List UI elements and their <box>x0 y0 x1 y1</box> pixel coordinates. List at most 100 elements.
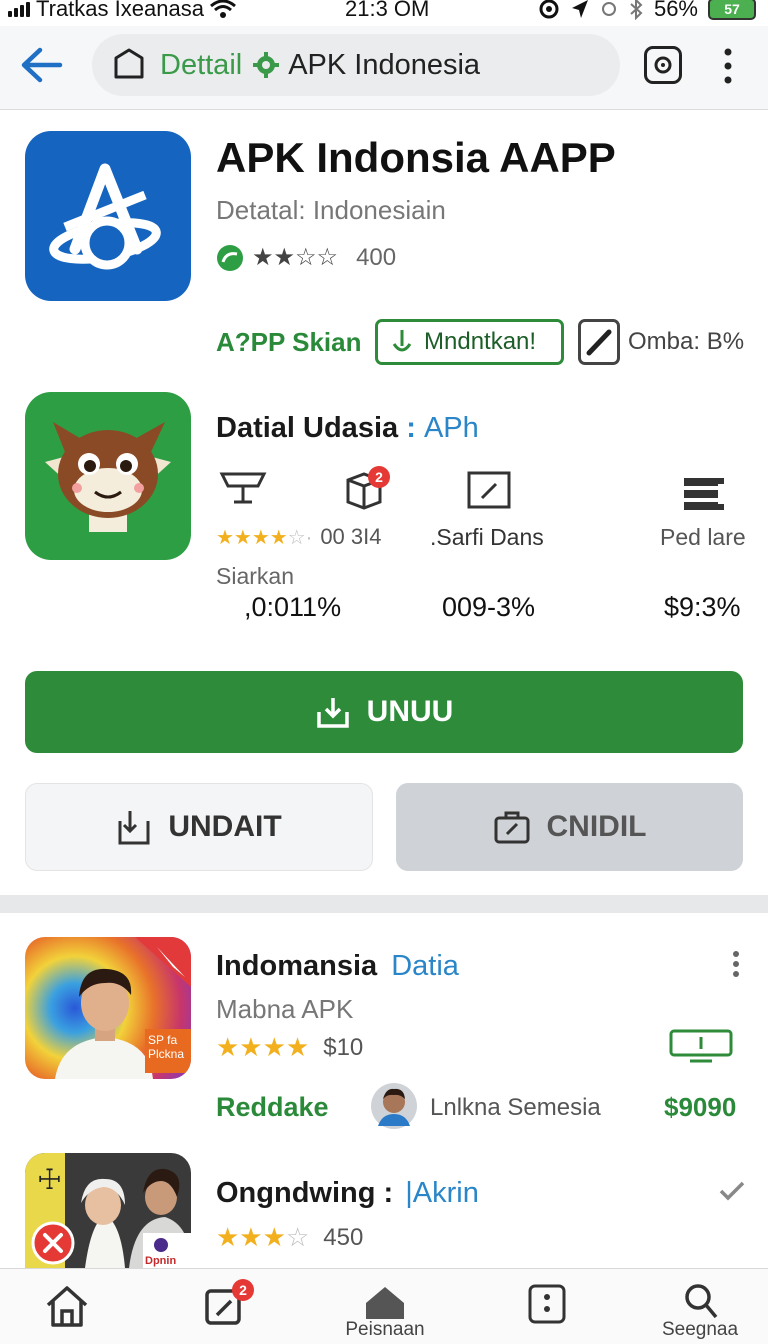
detail-title-main: Datial Udasia <box>216 412 399 444</box>
edit-square-icon[interactable] <box>466 470 512 510</box>
detail-title-accent: APh <box>423 412 479 444</box>
shield-icon <box>114 48 144 79</box>
sync-icon <box>601 2 616 16</box>
list-item-1-title-accent: Datia <box>391 950 459 982</box>
status-bar: Tratkas Ixeanasa 21:3 OM 56% 57 <box>0 0 768 26</box>
signal-icon <box>8 1 30 17</box>
page-title: APK Indonesia <box>288 48 481 81</box>
list-item-1-title-main: Indomansia <box>216 950 378 982</box>
list-item-1-stars: ★★★★ <box>216 1032 310 1062</box>
stat3-label: Ped lare <box>660 524 746 550</box>
list-item-1-rating: ★★★★ $10 <box>216 1032 363 1063</box>
list-item-2-count: 450 <box>323 1223 364 1251</box>
browser-toolbar: Dettail APK Indonesia <box>0 26 768 110</box>
detail-reviews: 00 3I4 <box>320 524 382 549</box>
list-icon[interactable] <box>682 474 728 514</box>
back-arrow-icon[interactable] <box>18 44 66 86</box>
stat2-value: 009-3% <box>442 592 536 622</box>
omba-label: Omba: B% <box>628 328 745 355</box>
mndntkan-button[interactable]: Mndntkan! <box>375 319 564 365</box>
mndntkan-label: Mndntkan! <box>424 328 537 355</box>
box-badge: 2 <box>368 466 390 488</box>
nav-edit[interactable] <box>168 1269 278 1344</box>
rating-stars: ★★☆☆ <box>252 244 339 271</box>
address-bar[interactable]: Dettail APK Indonesia <box>92 34 620 96</box>
nav-badge: 2 <box>232 1279 254 1301</box>
monitor-stand-icon[interactable] <box>218 468 268 508</box>
gear-icon <box>253 52 280 78</box>
mascot-app-icon[interactable] <box>25 392 191 560</box>
thumb2-label: Dpnin <box>145 1255 177 1267</box>
app-tag: A?PP Skian <box>216 327 362 357</box>
nav-menu[interactable] <box>492 1269 602 1344</box>
nav-peisnaan[interactable]: Peisnaan <box>330 1269 440 1344</box>
detail-stars: ★★★★☆· <box>216 526 313 549</box>
section-divider <box>0 895 768 913</box>
secondary-button-label: UNDAIT <box>168 810 282 843</box>
siarkan-label: Siarkan <box>216 563 294 589</box>
screen: Tratkas Ixeanasa 21:3 OM 56% 57 Dettail … <box>0 0 768 1344</box>
nav-home[interactable] <box>12 1269 122 1344</box>
monitor-icon[interactable] <box>668 1028 734 1064</box>
thumb-badge: SP fa Plckna <box>145 1029 191 1073</box>
list-item-2-title-main: Ongndwing <box>216 1177 376 1209</box>
stat3-value: $9:3% <box>664 592 741 622</box>
download-icon <box>392 330 412 352</box>
pencil-icon <box>586 329 612 356</box>
detail-title: Datial Udasia : APh <box>216 412 479 445</box>
list-item-1-title[interactable]: Indomansia Datia <box>216 950 459 983</box>
user-avatar[interactable] <box>370 1082 418 1130</box>
list-item-2-thumbnail[interactable]: ☩ Dpnin <box>25 1153 191 1268</box>
location-icon <box>571 0 588 18</box>
secondary-button[interactable]: UNDAIT <box>25 783 373 871</box>
close-icon[interactable] <box>31 1221 75 1265</box>
list-item-2-title-accent: |Akrin <box>405 1177 479 1209</box>
battery-percent: 56% <box>653 0 698 21</box>
list-item-2-stars: ★★★☆ <box>216 1222 310 1252</box>
more-vert-icon[interactable] <box>718 44 738 88</box>
compass-logo-icon <box>49 163 161 270</box>
mascot-icon <box>45 422 171 532</box>
list-item-1-price: $10 <box>323 1033 364 1061</box>
clock: 21:3 OM <box>345 0 430 21</box>
list-item-1-subtitle: Mabna APK <box>216 994 354 1024</box>
tertiary-button[interactable]: CNIDIL <box>396 783 743 871</box>
list-item-1-user: Lnlkna Semesia <box>430 1094 601 1121</box>
detail-title-sep: : <box>406 412 416 444</box>
svg-text:☩: ☩ <box>37 1163 62 1196</box>
stat2-label: .Sarfi Dans <box>430 524 544 550</box>
app-subtitle: Detatal: Indonesiain <box>216 195 446 225</box>
upload-doc-icon <box>118 811 150 845</box>
app-name: APK Indonsia AAPP <box>216 134 616 181</box>
tabs-button[interactable] <box>644 46 682 84</box>
list-item-1-more-icon[interactable] <box>728 950 744 978</box>
list-item-1-left-label: Reddake <box>216 1092 329 1122</box>
list-item-1-right-price: $9090 <box>664 1092 737 1122</box>
alarm-icon <box>539 0 559 19</box>
menu-box-icon <box>528 1284 566 1324</box>
carrier-label: Tratkas Ixeanasa <box>36 0 204 21</box>
nav-search[interactable]: Seegnaa <box>645 1269 755 1344</box>
edit-button[interactable] <box>578 319 620 365</box>
primary-button[interactable]: UNUU <box>25 671 743 753</box>
check-icon[interactable] <box>718 1180 746 1202</box>
detail-rating: ★★★★☆· 00 3I4 <box>216 524 381 550</box>
app-rating: ★★☆☆ 400 <box>216 243 396 272</box>
list-item-2-rating: ★★★☆ 450 <box>216 1222 363 1253</box>
battery-icon: 57 <box>708 0 756 20</box>
house-filled-icon <box>366 1287 404 1319</box>
list-item-2-title[interactable]: Ongndwing : |Akrin <box>216 1177 479 1210</box>
nav-peisnaan-label: Peisnaan <box>345 1319 425 1340</box>
rating-count: 400 <box>356 243 397 271</box>
bag-icon <box>494 811 529 844</box>
site-label: Dettail <box>160 48 243 81</box>
tertiary-button-label: CNIDIL <box>546 810 647 843</box>
nav-search-label: Seegnaa <box>661 1319 739 1340</box>
home-icon <box>46 1286 88 1327</box>
stat1-value: ,0:011% <box>244 592 342 622</box>
verified-icon <box>217 244 243 271</box>
download-tray-icon <box>316 698 349 728</box>
list-item-1-thumbnail[interactable]: SP fa Plckna <box>25 937 191 1079</box>
app-icon[interactable] <box>25 131 191 301</box>
primary-button-label: UNUU <box>366 695 454 728</box>
